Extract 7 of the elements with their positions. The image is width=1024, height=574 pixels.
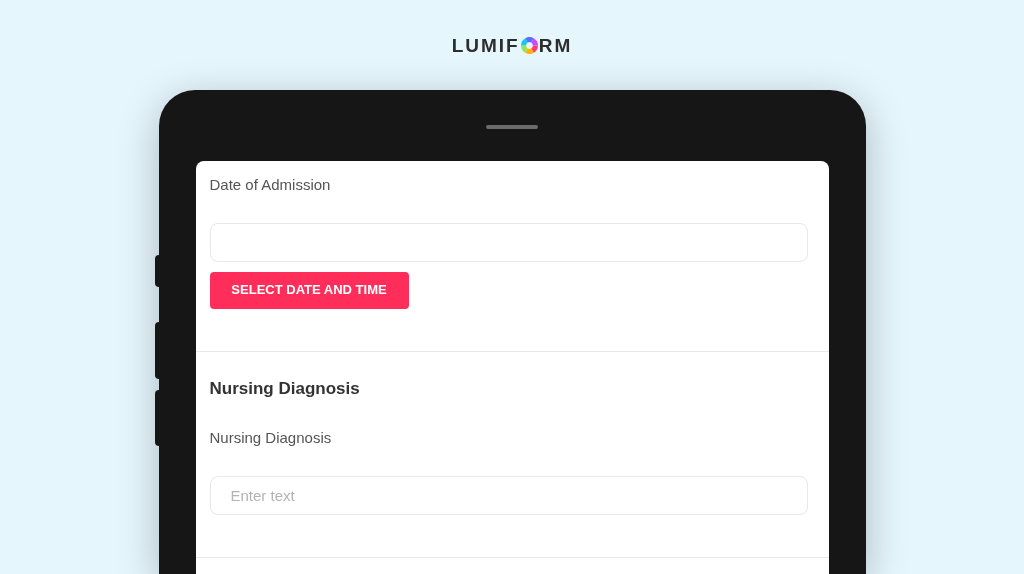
select-date-button[interactable]: SELECT DATE AND TIME — [209, 271, 409, 309]
field-label: Nursing Diagnosis — [209, 428, 333, 448]
field-label: Date of Admission — [209, 175, 332, 195]
speaker-grille — [486, 125, 538, 129]
text-field[interactable]: Enter text — [209, 475, 808, 515]
section-heading: Nursing Diagnosis — [209, 377, 361, 400]
logo: LUMIF RM — [451, 36, 573, 55]
